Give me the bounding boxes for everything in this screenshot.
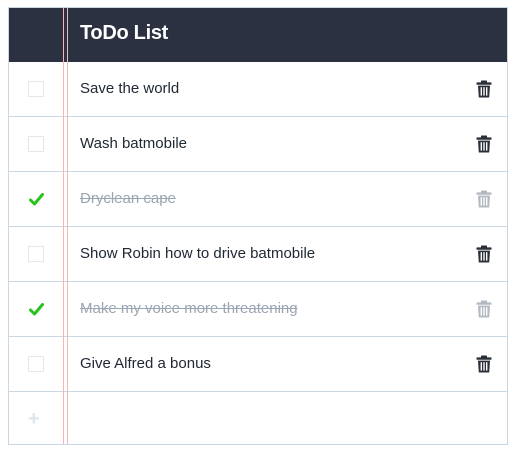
todo-list-panel: ToDo List Save the world Wash batmobile … — [8, 7, 508, 445]
task-checkbox[interactable] — [28, 81, 44, 97]
margin-line-left — [63, 8, 64, 444]
add-task-row[interactable]: + — [9, 392, 507, 444]
trash-icon[interactable] — [476, 190, 492, 208]
task-checkbox[interactable] — [28, 136, 44, 152]
margin-line-right — [67, 8, 68, 444]
task-label: Give Alfred a bonus — [80, 355, 211, 372]
task-checkbox-checked[interactable] — [28, 301, 44, 317]
task-row: Give Alfred a bonus — [9, 337, 507, 392]
task-label: Dryclean cape — [80, 190, 176, 207]
trash-icon[interactable] — [476, 80, 492, 98]
trash-icon[interactable] — [476, 135, 492, 153]
task-label: Make my voice more threatening — [80, 300, 298, 317]
task-row: Dryclean cape — [9, 172, 507, 227]
task-label: Show Robin how to drive batmobile — [80, 245, 316, 262]
task-checkbox-checked[interactable] — [28, 191, 44, 207]
task-row: Show Robin how to drive batmobile — [9, 227, 507, 282]
todo-header: ToDo List — [9, 8, 507, 62]
plus-icon[interactable]: + — [28, 408, 40, 431]
task-label: Save the world — [80, 80, 180, 97]
trash-icon[interactable] — [476, 245, 492, 263]
task-list: Save the world Wash batmobile Dryclean c… — [9, 62, 507, 444]
page-title: ToDo List — [80, 22, 169, 44]
task-row: Make my voice more threatening — [9, 282, 507, 337]
task-checkbox[interactable] — [28, 246, 44, 262]
task-label: Wash batmobile — [80, 135, 187, 152]
trash-icon[interactable] — [476, 300, 492, 318]
task-checkbox[interactable] — [28, 356, 44, 372]
trash-icon[interactable] — [476, 355, 492, 373]
task-row: Wash batmobile — [9, 117, 507, 172]
task-row: Save the world — [9, 62, 507, 117]
